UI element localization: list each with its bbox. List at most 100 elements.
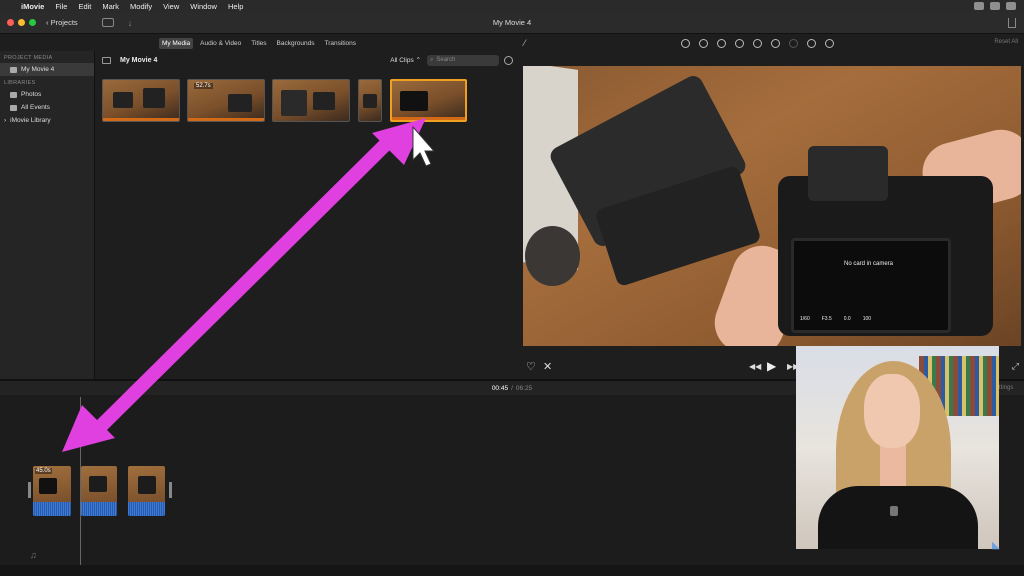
tab-audio-video[interactable]: Audio & Video bbox=[197, 38, 244, 49]
sidebar-item-project[interactable]: My Movie 4 bbox=[0, 63, 94, 76]
library-list-icon[interactable] bbox=[101, 18, 114, 27]
clip-thumbnail[interactable]: 52.7s bbox=[187, 79, 265, 122]
volume-icon[interactable] bbox=[753, 39, 762, 48]
projects-back-button[interactable]: ‹ Projects bbox=[46, 18, 78, 27]
menu-app-imovie[interactable]: iMovie bbox=[21, 2, 44, 11]
skip-back-icon[interactable]: ◀◀ bbox=[749, 362, 761, 371]
timeline-settings-button[interactable]: ttings bbox=[999, 385, 1013, 391]
screen-record-icon[interactable] bbox=[974, 2, 984, 10]
clip-thumbnail[interactable] bbox=[102, 79, 180, 122]
clips-filter-select[interactable]: All Clips ⌃ bbox=[390, 56, 421, 64]
presenter-shirt bbox=[818, 486, 978, 549]
clip-trim-handle[interactable] bbox=[169, 482, 172, 498]
sidebar-item-label: iMovie Library bbox=[10, 117, 51, 124]
audio-waveform bbox=[128, 502, 165, 516]
media-tabs: My Media Audio & Video Titles Background… bbox=[0, 35, 518, 51]
info-icon[interactable] bbox=[825, 39, 834, 48]
presenter-video-overlay bbox=[796, 346, 999, 549]
clips-filter-value: All Clips bbox=[390, 57, 414, 64]
timeline-clip[interactable] bbox=[81, 466, 117, 516]
speed-icon[interactable] bbox=[789, 39, 798, 48]
sidebar-item-label: My Movie 4 bbox=[21, 66, 55, 73]
browser-settings-icon[interactable] bbox=[504, 55, 513, 65]
sidebar-item-photos[interactable]: Photos bbox=[0, 88, 94, 101]
bottom-strip bbox=[0, 565, 1024, 576]
timeline-clip[interactable] bbox=[128, 466, 165, 516]
color-correction-icon[interactable] bbox=[699, 39, 708, 48]
time-separator: / bbox=[511, 384, 513, 392]
tab-titles[interactable]: Titles bbox=[248, 38, 269, 49]
magic-wand-icon[interactable]: ⁄ bbox=[524, 38, 526, 48]
stabilization-icon[interactable] bbox=[735, 39, 744, 48]
iso-value: 100 bbox=[862, 316, 872, 322]
timeline-clip[interactable]: 45.0s bbox=[33, 466, 71, 516]
camera-message: No card in camera bbox=[844, 261, 894, 267]
clip-thumbnail-selected[interactable] bbox=[390, 79, 467, 122]
play-icon[interactable]: ▶ bbox=[767, 359, 776, 373]
clip-trim-handle[interactable] bbox=[28, 482, 31, 498]
camera-readout: 1/60 F3.5 0.0 100 bbox=[800, 316, 871, 322]
fullscreen-icon[interactable]: ⤢ bbox=[1012, 361, 1019, 372]
event-title: My Movie 4 bbox=[120, 56, 158, 64]
crop-icon[interactable] bbox=[717, 39, 726, 48]
zoom-window-button[interactable] bbox=[29, 19, 36, 26]
sidebar-item-label: All Events bbox=[21, 104, 50, 111]
menu-view[interactable]: View bbox=[163, 2, 179, 11]
noise-reduction-icon[interactable] bbox=[771, 39, 780, 48]
user-icon[interactable] bbox=[990, 2, 1000, 10]
menu-edit[interactable]: Edit bbox=[78, 2, 91, 11]
clip-used-strip bbox=[188, 118, 264, 121]
clip-used-strip bbox=[392, 117, 465, 120]
clip-thumbnail[interactable] bbox=[272, 79, 350, 122]
menu-mark[interactable]: Mark bbox=[102, 2, 119, 11]
reset-all-button[interactable]: Reset All bbox=[994, 39, 1018, 45]
window-controls bbox=[7, 19, 36, 26]
video-viewer[interactable]: No card in camera 1/60 F3.5 0.0 100 bbox=[523, 66, 1021, 346]
clip-thumbnail[interactable] bbox=[358, 79, 382, 122]
audio-waveform bbox=[81, 502, 117, 516]
sidebar-item-label: Photos bbox=[21, 91, 42, 98]
clip-duration-badge: 52.7s bbox=[194, 83, 213, 89]
adjustment-icons bbox=[681, 39, 834, 48]
device-shape bbox=[400, 91, 428, 111]
current-time: 00:45 bbox=[491, 384, 509, 392]
clip-filter-icon[interactable] bbox=[807, 39, 816, 48]
library-sidebar: PROJECT MEDIA My Movie 4 LIBRARIES Photo… bbox=[0, 51, 95, 379]
clip-used-strip bbox=[103, 118, 179, 121]
search-placeholder: Search bbox=[436, 57, 456, 63]
favorite-heart-icon[interactable]: ♡ bbox=[526, 360, 536, 373]
menu-window[interactable]: Window bbox=[190, 2, 217, 11]
music-note-icon[interactable]: ♫ bbox=[30, 550, 37, 560]
clip-duration-badge: 45.0s bbox=[35, 468, 52, 474]
close-window-button[interactable] bbox=[7, 19, 14, 26]
menu-file[interactable]: File bbox=[55, 2, 67, 11]
tab-my-media[interactable]: My Media bbox=[158, 37, 194, 49]
sidebar-item-all-events[interactable]: All Events bbox=[0, 101, 94, 114]
aperture-value: F3.5 bbox=[821, 316, 832, 322]
search-input[interactable]: ⌕ Search bbox=[427, 54, 499, 66]
device-shape bbox=[363, 94, 377, 108]
color-balance-icon[interactable] bbox=[681, 39, 690, 48]
section-project-media: PROJECT MEDIA bbox=[4, 55, 53, 61]
menu-help[interactable]: Help bbox=[228, 2, 243, 11]
toggle-sidebar-icon[interactable] bbox=[102, 56, 111, 64]
lavalier-mic bbox=[890, 506, 898, 516]
camera-screen: No card in camera 1/60 F3.5 0.0 100 bbox=[791, 238, 951, 333]
disclosure-chevron-icon[interactable]: › bbox=[4, 117, 6, 124]
siri-icon[interactable] bbox=[1006, 2, 1016, 10]
arrow-head-end bbox=[372, 118, 426, 165]
search-icon: ⌕ bbox=[430, 56, 434, 63]
tab-backgrounds[interactable]: Backgrounds bbox=[274, 38, 318, 49]
sidebar-item-imovie-library[interactable]: › iMovie Library bbox=[0, 114, 94, 127]
window-titlebar: ‹ Projects ↓ My Movie 4 bbox=[0, 12, 1024, 34]
device-shape bbox=[281, 90, 307, 116]
mouse-cursor-icon bbox=[412, 125, 436, 167]
reject-x-icon[interactable]: ✕ bbox=[543, 360, 552, 373]
transmitter-shape bbox=[808, 146, 888, 201]
tab-transitions[interactable]: Transitions bbox=[321, 38, 359, 49]
import-arrow-icon[interactable]: ↓ bbox=[128, 18, 133, 28]
share-icon[interactable] bbox=[1008, 18, 1016, 28]
menu-modify[interactable]: Modify bbox=[130, 2, 152, 11]
window-title: My Movie 4 bbox=[492, 18, 532, 27]
minimize-window-button[interactable] bbox=[18, 19, 25, 26]
